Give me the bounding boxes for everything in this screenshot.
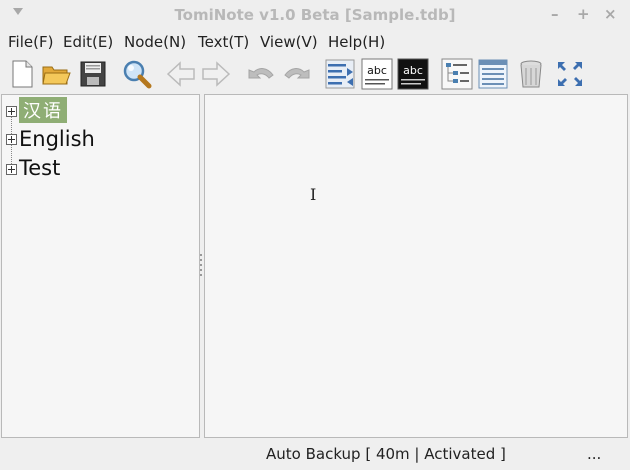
redo-icon[interactable] [281,58,313,90]
abc-light-icon[interactable]: abc [361,58,393,90]
open-folder-icon[interactable] [40,58,72,90]
expand-node-1-icon[interactable] [6,134,17,145]
tree-node-label[interactable]: 汉语 [19,97,67,123]
expand-node-0-icon[interactable] [6,106,17,117]
menu-bar: File(F) Edit(E) Node(N) Text(T) View(V) … [0,30,630,54]
menu-file[interactable]: File(F) [8,33,53,51]
svg-text:abc: abc [367,64,387,77]
forward-arrow-icon[interactable] [200,58,232,90]
close-button[interactable]: × [604,5,617,23]
editor-pane[interactable] [204,94,628,438]
save-icon[interactable] [77,58,109,90]
auto-backup-status: Auto Backup [ 40m | Activated ] [266,445,506,463]
back-arrow-icon[interactable] [165,58,197,90]
swap-text-icon[interactable] [324,58,356,90]
toolbar: abc abc [0,56,630,94]
svg-text:abc: abc [403,64,423,77]
maximize-button[interactable]: + [577,5,590,23]
tree-node-label[interactable]: English [19,127,95,151]
status-bar: Auto Backup [ 40m | Activated ] ... [0,440,630,468]
tree-node-label[interactable]: Test [19,156,60,180]
status-more[interactable]: ... [587,445,601,463]
title-bar: TomiNote v1.0 Beta [Sample.tdb] – + × [0,0,630,30]
menu-text[interactable]: Text(T) [198,33,249,51]
text-cursor-icon: I [310,185,317,204]
menu-help[interactable]: Help(H) [328,33,385,51]
new-file-icon[interactable] [6,58,38,90]
menu-edit[interactable]: Edit(E) [63,33,113,51]
window-title: TomiNote v1.0 Beta [Sample.tdb] [174,6,456,24]
menu-view[interactable]: View(V) [260,33,318,51]
tree-view-icon[interactable] [441,58,473,90]
trash-icon[interactable] [515,58,547,90]
tree-panel[interactable]: 汉语 English Test [1,94,200,438]
menu-node[interactable]: Node(N) [124,33,186,51]
expand-node-2-icon[interactable] [6,164,17,175]
splitter-handle[interactable] [199,254,202,280]
minimize-button[interactable]: – [551,5,559,23]
abc-dark-icon[interactable]: abc [397,58,429,90]
navigation-arrows-icon[interactable] [554,58,586,90]
list-view-icon[interactable] [477,58,509,90]
search-icon[interactable] [121,58,153,90]
undo-icon[interactable] [245,58,277,90]
